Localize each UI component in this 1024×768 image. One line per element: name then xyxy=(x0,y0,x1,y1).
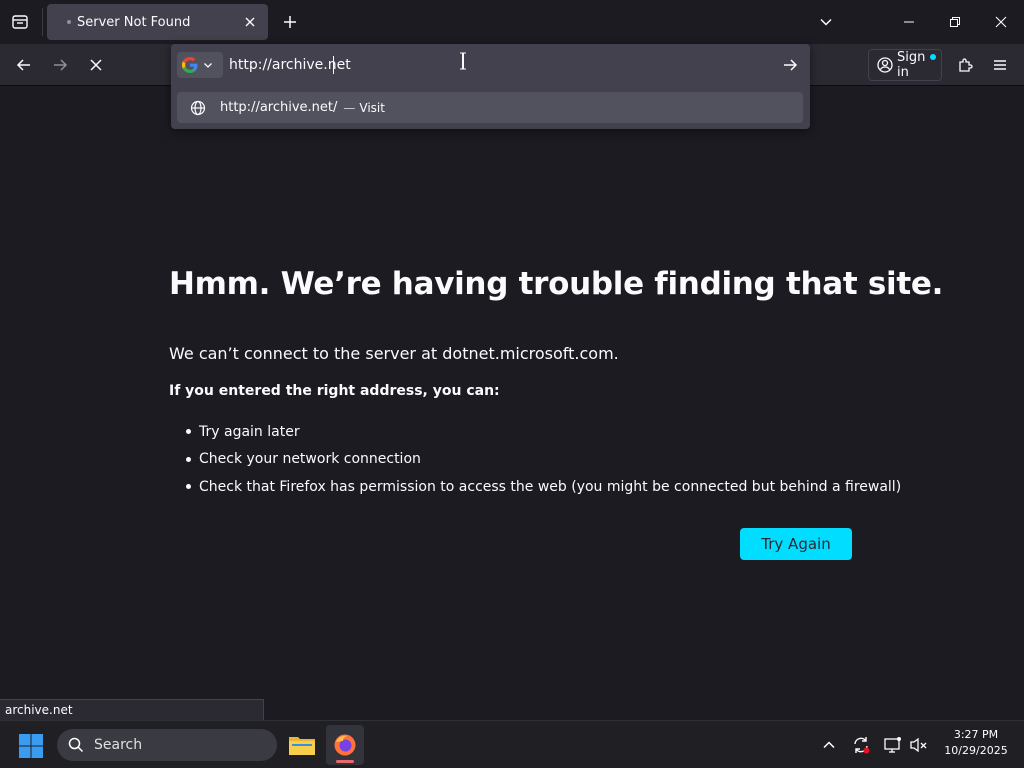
url-input[interactable] xyxy=(229,52,769,78)
suggestion-url: http://archive.net/ xyxy=(220,100,338,115)
text-caret xyxy=(333,56,334,74)
system-clock[interactable]: 3:27 PM 10/29/2025 xyxy=(936,727,1016,759)
error-suggestion-list: Try again later Check your network conne… xyxy=(186,418,901,501)
running-indicator xyxy=(336,760,354,763)
sign-in-button[interactable]: Sign in xyxy=(868,49,942,81)
clock-time: 3:27 PM xyxy=(953,728,999,741)
url-suggestion-row[interactable]: http://archive.net/ — Visit xyxy=(177,92,803,123)
list-item-text: Try again later xyxy=(199,423,300,440)
try-again-button[interactable]: Try Again xyxy=(740,528,852,560)
url-bar: http://archive.net/ — Visit xyxy=(171,44,810,129)
list-item: Check that Firefox has permission to acc… xyxy=(186,473,901,501)
bullet xyxy=(186,429,191,435)
taskbar: Search 3:27 PM 10/29/2025 xyxy=(0,720,1024,768)
tab-server-not-found[interactable]: Server Not Found xyxy=(47,4,268,40)
go-arrow-icon[interactable] xyxy=(777,52,803,78)
firefox-taskbar-icon[interactable] xyxy=(326,725,364,765)
bullet xyxy=(186,456,191,462)
error-title: Hmm. We’re having trouble finding that s… xyxy=(169,266,944,302)
error-description: We can’t connect to the server at dotnet… xyxy=(169,344,619,363)
clock-date: 10/29/2025 xyxy=(944,744,1008,757)
tray-overflow-chevron-icon[interactable] xyxy=(817,733,841,757)
error-hint: If you entered the right address, you ca… xyxy=(169,383,500,399)
restore-icon[interactable] xyxy=(932,0,978,44)
search-icon xyxy=(68,737,84,753)
volume-muted-icon[interactable] xyxy=(907,733,931,757)
google-icon xyxy=(181,56,199,74)
window-close-icon[interactable] xyxy=(978,0,1024,44)
globe-icon xyxy=(190,100,206,116)
tabstrip-divider xyxy=(42,8,43,36)
sync-icon[interactable] xyxy=(849,733,873,757)
new-tab-plus-icon[interactable] xyxy=(278,10,302,34)
search-engine-selector[interactable] xyxy=(177,52,223,78)
taskbar-search-box[interactable]: Search xyxy=(57,729,277,761)
status-bar: archive.net xyxy=(0,699,264,721)
windows-start-icon[interactable] xyxy=(18,733,44,759)
notification-badge xyxy=(930,54,936,60)
list-item: Try again later xyxy=(186,418,901,446)
chevron-down-icon xyxy=(203,60,213,70)
account-icon xyxy=(877,57,893,73)
display-network-icon[interactable] xyxy=(881,733,905,757)
file-explorer-icon[interactable] xyxy=(284,725,320,765)
back-arrow-icon[interactable] xyxy=(10,51,38,79)
hamburger-menu-icon[interactable] xyxy=(986,51,1014,79)
tab-loading-dot xyxy=(67,20,71,24)
list-item-text: Check that Firefox has permission to acc… xyxy=(199,478,902,495)
suggestion-separator: — xyxy=(343,100,356,115)
list-item-text: Check your network connection xyxy=(199,451,421,468)
close-icon[interactable] xyxy=(242,14,258,30)
chevron-down-icon[interactable] xyxy=(814,10,838,34)
text-cursor-icon xyxy=(457,52,469,70)
bullet xyxy=(186,484,191,490)
tab-strip: Server Not Found xyxy=(0,0,1024,44)
forward-arrow-icon[interactable] xyxy=(46,51,74,79)
extensions-puzzle-icon[interactable] xyxy=(952,51,980,79)
suggestion-action: Visit xyxy=(359,100,385,115)
search-placeholder: Search xyxy=(94,737,143,753)
firefox-view-icon[interactable] xyxy=(8,10,32,34)
list-item: Check your network connection xyxy=(186,446,901,474)
stop-loading-icon[interactable] xyxy=(82,51,110,79)
minimize-icon[interactable] xyxy=(886,0,932,44)
tab-title: Server Not Found xyxy=(77,14,191,30)
